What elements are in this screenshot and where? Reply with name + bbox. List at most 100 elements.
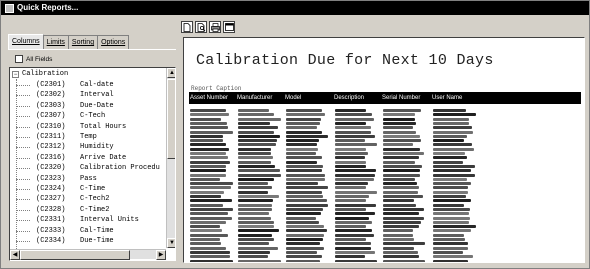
report-cell (433, 238, 465, 241)
tree-item[interactable]: (C2328) C-Time2 (20, 205, 109, 215)
report-cell (238, 203, 272, 207)
tree-item[interactable]: (C2311) Temp (20, 132, 97, 142)
report-cell (383, 186, 419, 190)
report-cell (335, 182, 368, 186)
report-cell (383, 182, 417, 186)
tree-item[interactable]: (C2320) Calibration Procedu (20, 163, 160, 173)
all-fields-option[interactable]: All Fields (15, 55, 52, 63)
report-cell (383, 190, 418, 194)
tree-connector (16, 85, 30, 86)
report-cell (238, 255, 268, 259)
all-fields-checkbox[interactable] (15, 55, 23, 63)
report-cell (383, 246, 414, 250)
report-cell (335, 169, 376, 173)
report-cell (383, 229, 413, 233)
col-header-serial-number: Serial Number (382, 95, 421, 101)
report-cell (190, 220, 226, 224)
report-cell (190, 255, 230, 259)
report-cell (238, 220, 274, 224)
report-cell (433, 233, 464, 237)
tree-item[interactable]: (C2324) C-Time (20, 184, 105, 194)
report-cell (335, 233, 374, 237)
report-cell (190, 259, 233, 262)
report-cell (238, 139, 277, 143)
tree-item[interactable]: (C2303) Due-Date (20, 101, 114, 111)
tab-limits[interactable]: Limits (42, 35, 69, 49)
report-cell (433, 182, 471, 186)
tree-connector (16, 116, 30, 118)
print-icon[interactable] (209, 21, 221, 33)
report-cell (238, 130, 274, 134)
report-cell (286, 199, 327, 203)
tree-item[interactable]: (C2310) Total Hours (20, 122, 126, 132)
tree-item[interactable]: (C2323) Pass (20, 174, 97, 184)
report-cell (286, 220, 319, 224)
report-cell (238, 199, 273, 203)
report-cell (286, 139, 319, 143)
scroll-down-icon[interactable]: ▼ (167, 238, 175, 248)
report-cell (335, 139, 365, 143)
report-cell (433, 199, 471, 203)
tree-vertical-scrollbar[interactable]: ▲ ▼ (166, 68, 175, 248)
report-cell (286, 207, 323, 211)
collapse-icon[interactable]: − (12, 70, 19, 78)
tree-item[interactable]: (C2312) Humidity (20, 142, 114, 152)
report-cell (286, 152, 316, 155)
report-cell (238, 173, 281, 177)
print-preview-icon[interactable] (195, 21, 207, 33)
tree-horizontal-scrollbar[interactable]: ◀ ▶ (10, 249, 166, 260)
tree-item[interactable]: (C2316) Arrive Date (20, 153, 126, 163)
title-bar[interactable]: Quick Reports... (1, 1, 589, 15)
window-icon[interactable] (223, 21, 235, 33)
new-page-icon[interactable] (181, 21, 193, 33)
tree-item[interactable]: (C2302) Interval (20, 90, 114, 100)
tree-connector (16, 79, 17, 249)
report-cell (238, 143, 276, 147)
report-cell (238, 182, 268, 186)
tree-item[interactable]: (C2331) Interval Units (20, 215, 139, 225)
tree-item-name: Due-Time (80, 237, 114, 245)
tab-sorting[interactable]: Sorting (67, 35, 99, 49)
tree-item[interactable]: (C2301) Cal-date (20, 80, 114, 90)
tree-item-name: C-Time (80, 185, 106, 193)
tree-item[interactable]: (C2327) C-Tech2 (20, 194, 109, 204)
tab-columns[interactable]: Columns (8, 34, 44, 49)
tree-item[interactable]: (C2334) Due-Time (20, 236, 114, 246)
tab-options[interactable]: Options (97, 35, 130, 49)
tree-connector (16, 230, 30, 232)
tree-item-name: Due-Date (80, 101, 114, 110)
report-cell (286, 169, 322, 173)
hscroll-thumb[interactable] (20, 250, 130, 260)
scroll-left-icon[interactable]: ◀ (10, 250, 20, 260)
report-cell (238, 152, 271, 155)
report-cell (238, 169, 280, 173)
report-cell (335, 238, 366, 241)
report-cell (383, 147, 420, 151)
field-tree[interactable]: − Calibration (C2301) Cal-date (C2302) Inte… (9, 67, 176, 261)
report-cell (433, 139, 464, 143)
report-cell (335, 134, 375, 138)
tree-item-name: Interval Units (80, 216, 139, 225)
report-cell (433, 242, 468, 246)
report-cell (433, 173, 475, 177)
tree-connector (16, 241, 30, 242)
window-title: Quick Reports... (17, 3, 79, 12)
report-cell (286, 117, 321, 121)
report-cell (335, 203, 376, 207)
tree-item-name: Humidity (80, 143, 114, 152)
report-cell (433, 156, 467, 160)
scroll-right-icon[interactable]: ▶ (156, 250, 166, 260)
report-cell (383, 169, 420, 173)
report-cell (433, 255, 473, 259)
scroll-up-icon[interactable]: ▲ (167, 68, 175, 78)
report-cell (335, 255, 365, 259)
scroll-thumb[interactable] (167, 79, 175, 159)
preview-toolbar (181, 21, 235, 33)
tree-item-name: Cal-Time (80, 226, 114, 235)
report-cell (190, 164, 226, 168)
tree-item[interactable]: (C2333) Cal-Time (20, 226, 114, 236)
report-cell (383, 250, 418, 254)
report-cell (286, 156, 322, 160)
tree-root-calibration[interactable]: − Calibration (12, 70, 68, 78)
tree-item[interactable]: (C2307) C-Tech (20, 111, 105, 121)
